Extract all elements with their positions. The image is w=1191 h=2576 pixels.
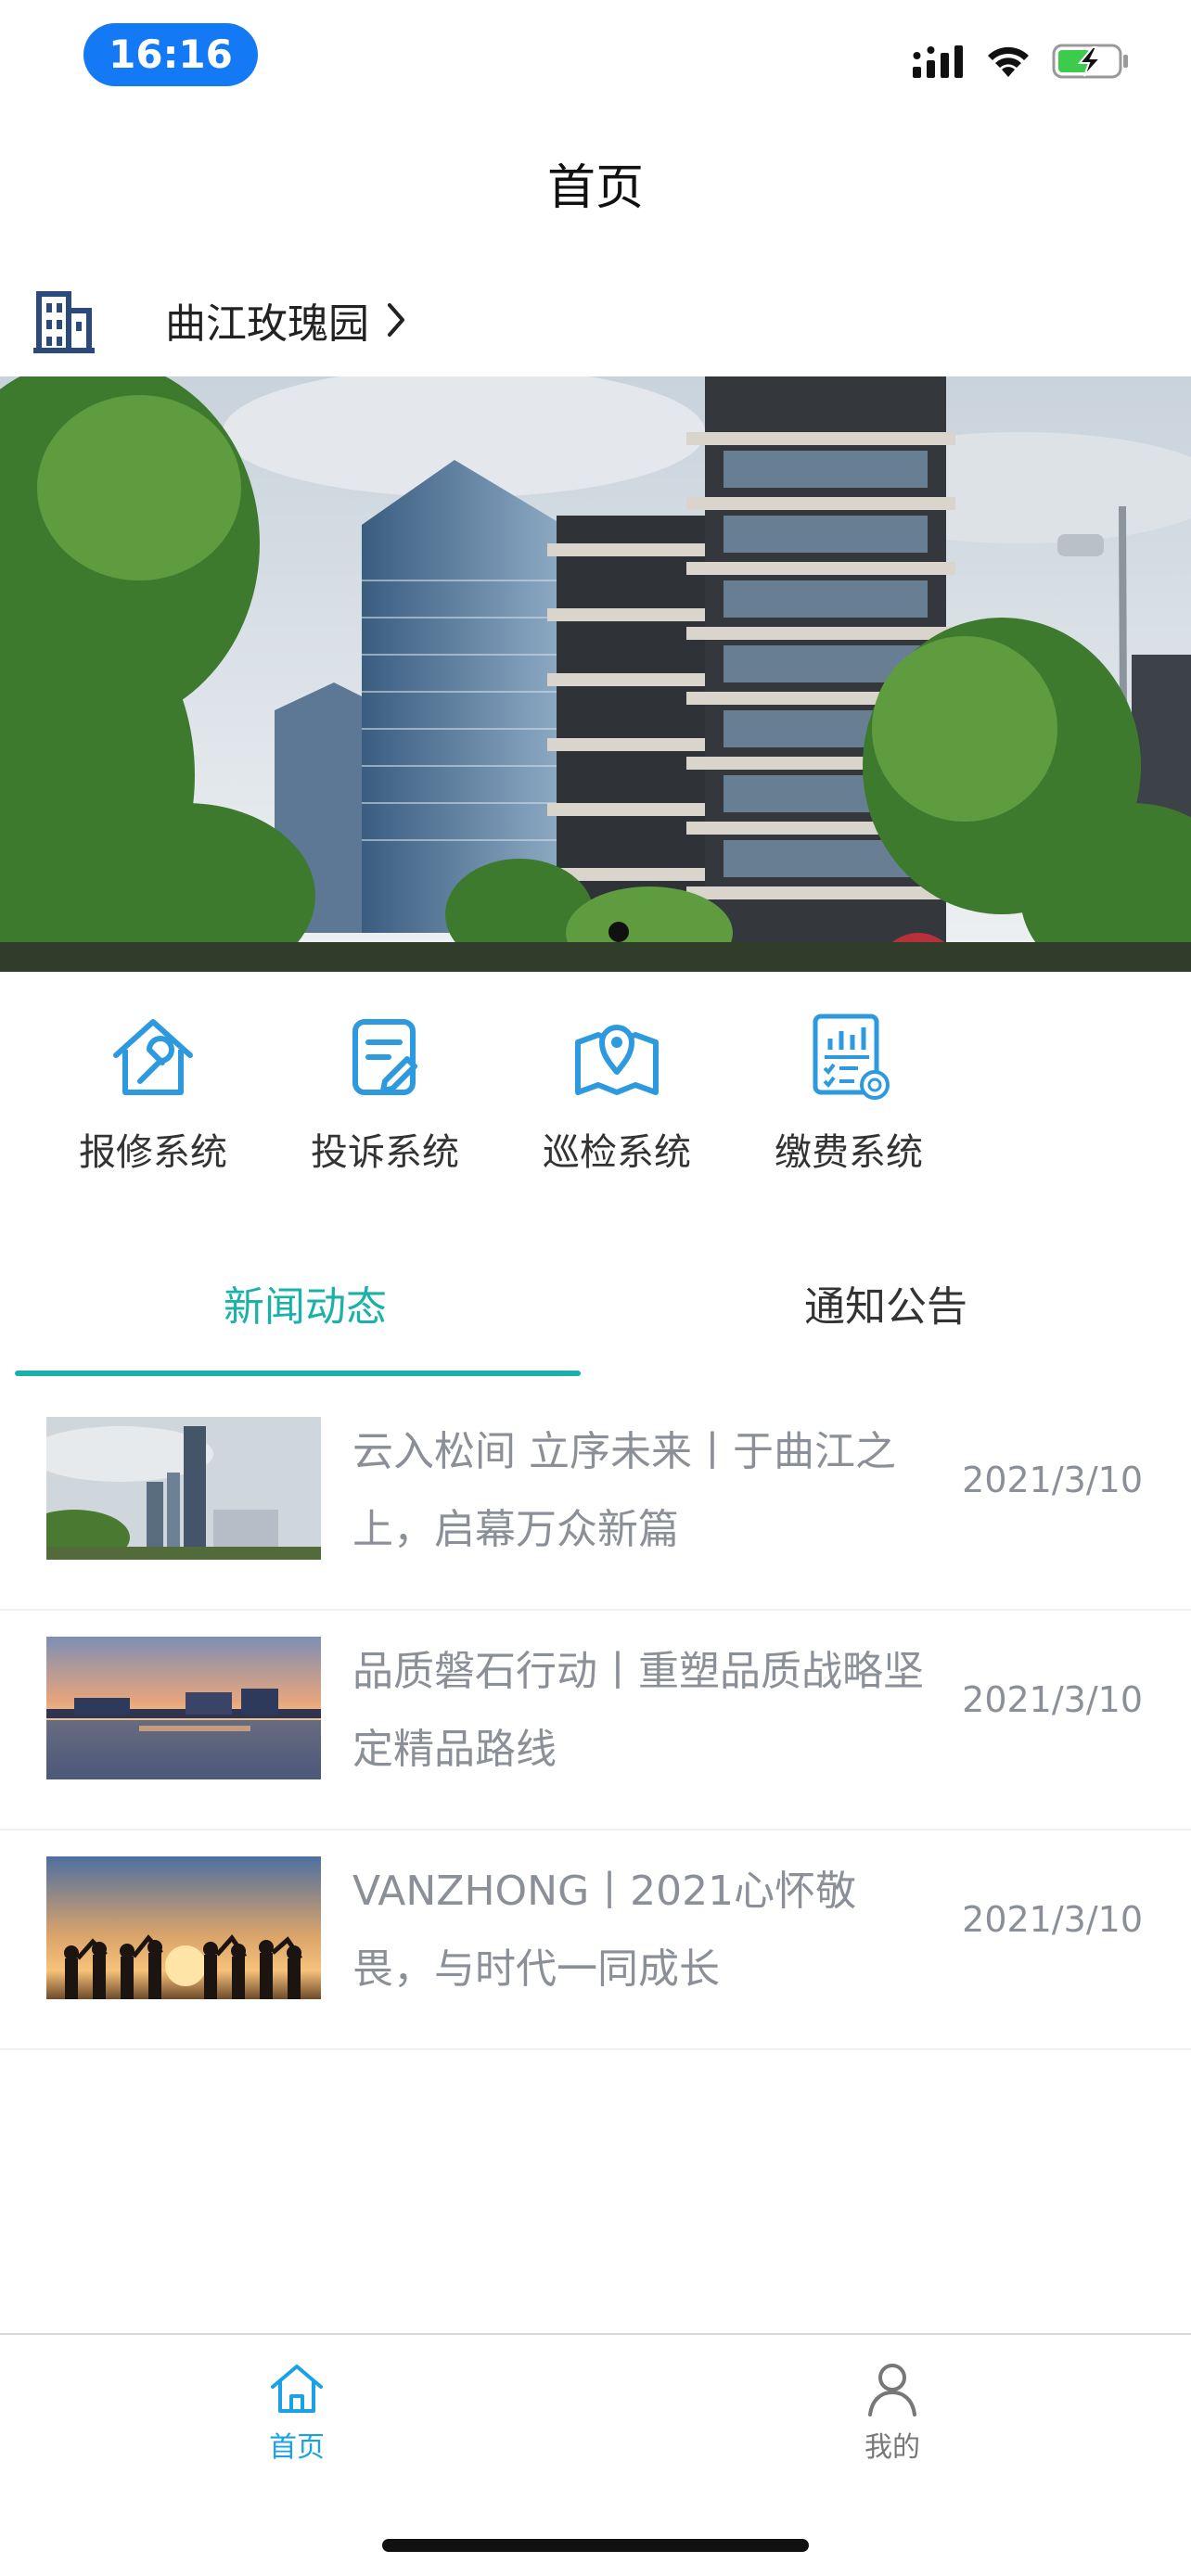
payment-report-icon [813,1014,890,1100]
patrol-map-icon [575,1025,659,1095]
building-icon [33,291,95,353]
news-title: 云入松间 立序未来丨于曲江之上，启幕万众新篇 [352,1428,896,1553]
news-date: 2021/3/10 [962,1899,1143,1940]
banner-carousel[interactable] [0,376,1191,972]
community-selector[interactable]: 曲江玫瑰园 [33,278,410,362]
quick-entry-payment[interactable]: 缴费系统 [733,1011,965,1196]
battery-charging-icon [1052,44,1128,79]
news-title: 品质磐石行动丨重塑品质战略坚定精品路线 [352,1648,924,1773]
news-date: 2021/3/10 [962,1460,1143,1500]
chevron-right-icon [388,303,404,337]
news-tabs: 新闻动态 通知公告 [0,1270,1191,1382]
news-item[interactable]: 品质磐石行动丨重塑品质战略坚定精品路线 2021/3/10 [0,1611,1191,1830]
cellular-signal-icon [913,45,963,78]
news-thumbnail [46,1417,321,1560]
quick-entry-label: 巡检系统 [543,1131,691,1174]
news-date: 2021/3/10 [962,1679,1143,1720]
quick-entry-patrol[interactable]: 巡检系统 [501,1011,733,1196]
news-item[interactable]: 云入松间 立序未来丨于曲江之上，启幕万众新篇 2021/3/10 [0,1391,1191,1611]
user-icon [868,2364,916,2417]
news-list: 云入松间 立序未来丨于曲江之上，启幕万众新篇 2021/3/10 品质磐石行动丨… [0,1391,1191,2050]
status-bar: 16:16 [0,0,1191,111]
news-item[interactable]: VANZHONG丨2021心怀敬畏，与时代一同成长 2021/3/10 [0,1830,1191,2050]
complaint-edit-icon [352,1019,417,1095]
home-indicator[interactable] [382,2539,809,2552]
news-title: VANZHONG丨2021心怀敬畏，与时代一同成长 [352,1868,857,1993]
page-title: 首页 [546,160,644,216]
status-icons [913,39,1130,83]
tab-notice[interactable]: 通知公告 [596,1270,1176,1345]
quick-entry-label: 投诉系统 [311,1131,459,1174]
tab-active-indicator [15,1371,581,1376]
quick-entry-repair[interactable]: 报修系统 [37,1011,269,1196]
banner-image [0,376,1191,972]
quick-entry-label: 缴费系统 [775,1131,923,1174]
quick-entry-complaint[interactable]: 投诉系统 [269,1011,501,1196]
home-icon [271,2365,323,2413]
carousel-dot-active[interactable] [608,922,629,942]
quick-entry-grid: 报修系统 投诉系统 巡检系统 缴费系统 [37,1011,965,1196]
tab-news[interactable]: 新闻动态 [15,1270,596,1345]
news-thumbnail [46,1856,321,1999]
tabbar-label-home: 首页 [269,2431,325,2464]
status-time: 16:16 [83,23,258,86]
tabbar-item-home[interactable]: 首页 [204,2359,390,2465]
home-screen: 16:16 首页 曲江玫瑰园 报修系统 投诉系统 巡检系统 缴费系统 新闻动态 … [0,0,1191,2576]
news-thumbnail [46,1637,321,1779]
quick-entry-label: 报修系统 [79,1131,227,1174]
community-name: 曲江玫瑰园 [165,300,369,348]
tabbar-label-mine: 我的 [864,2431,920,2464]
repair-house-icon [113,1019,193,1095]
tabbar-item-mine[interactable]: 我的 [800,2359,985,2465]
wifi-icon [988,46,1029,77]
